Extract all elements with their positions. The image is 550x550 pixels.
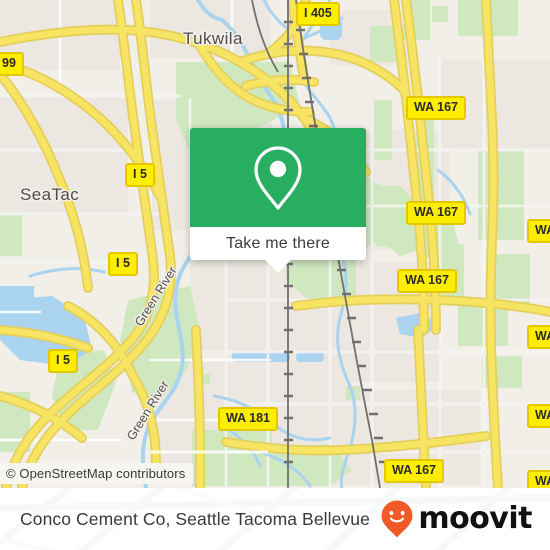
- highway-shield-wa167-top[interactable]: WA 167: [406, 96, 467, 120]
- popup-action-bar[interactable]: Take me there: [190, 227, 366, 260]
- place-label-tukwila: Tukwila: [183, 29, 243, 48]
- highway-shield-wa181[interactable]: WA 181: [218, 407, 279, 431]
- destination-popup[interactable]: Take me there: [190, 128, 366, 260]
- popup-header: [190, 128, 366, 227]
- moovit-smiley-pin-icon: [381, 500, 413, 538]
- osm-attribution[interactable]: © OpenStreetMap contributors: [0, 463, 194, 484]
- highway-shield-wa-edge-4[interactable]: WA: [527, 470, 550, 488]
- highway-shield-wa167-mid2[interactable]: WA 167: [397, 269, 458, 293]
- place-label-seatac: SeaTac: [20, 185, 80, 204]
- highway-shield-i5-mid[interactable]: I 5: [108, 252, 138, 276]
- moovit-map-screen: .hw{stroke:#f7e463;stroke-linecap:round;…: [0, 0, 550, 550]
- highway-shield-wa-edge-2[interactable]: WA: [527, 325, 550, 349]
- moovit-logo[interactable]: moovit: [380, 488, 532, 550]
- popup-pointer-tail: [265, 260, 291, 273]
- take-me-there-label: Take me there: [226, 234, 330, 252]
- highway-shield-i5-upper[interactable]: I 5: [125, 163, 155, 187]
- highway-shield-wa-edge-3[interactable]: WA: [527, 404, 550, 428]
- highway-shield-i5-lower[interactable]: I 5: [48, 349, 78, 373]
- location-caption: Conco Cement Co, Seattle Tacoma Bellevue: [20, 508, 370, 529]
- highway-shield-99[interactable]: 99: [0, 52, 24, 76]
- footer-bar: Conco Cement Co, Seattle Tacoma Bellevue…: [0, 488, 550, 550]
- highway-shield-wa167-mid[interactable]: WA 167: [406, 201, 467, 225]
- moovit-wordmark: moovit: [418, 501, 532, 536]
- map-pin-icon: [254, 145, 302, 210]
- highway-shield-i405[interactable]: I 405: [296, 2, 340, 26]
- highway-shield-wa167-bottom[interactable]: WA 167: [384, 459, 445, 483]
- highway-shield-wa-edge-1[interactable]: WA: [527, 219, 550, 243]
